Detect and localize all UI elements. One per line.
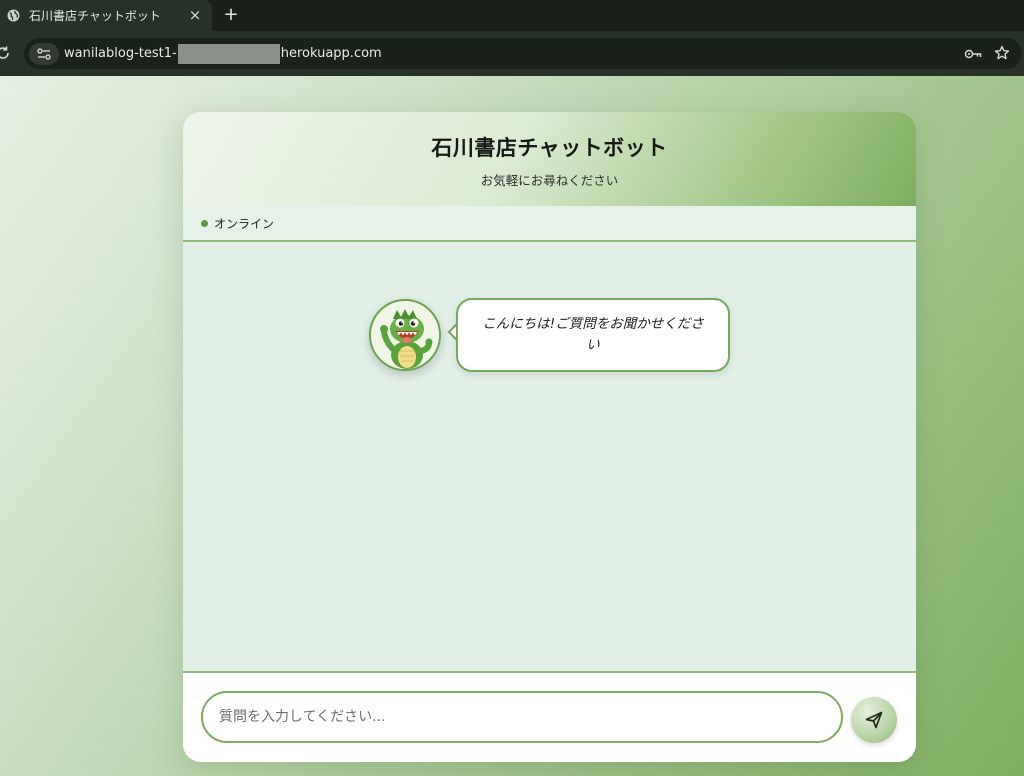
browser-toolbar: wanilablog-test1- herokuapp.com [0, 31, 1024, 76]
bookmark-star-icon[interactable] [994, 45, 1010, 61]
site-settings-icon[interactable] [29, 42, 59, 65]
browser-tab[interactable]: 石川書店チャットボット × [0, 0, 212, 31]
chat-title: 石川書店チャットボット [431, 136, 668, 160]
chat-window: 石川書店チャットボット お気軽にお尋ねください オンライン こんにちは!ご質問を… [183, 112, 916, 762]
send-icon [865, 711, 883, 729]
password-key-icon[interactable] [964, 46, 982, 60]
bot-avatar [369, 299, 441, 371]
question-input[interactable] [201, 691, 843, 743]
url-suffix: herokuapp.com [280, 46, 382, 61]
close-tab-icon[interactable]: × [186, 0, 204, 31]
bot-message-bubble: こんにちは!ご質問をお聞かせください [456, 298, 730, 372]
new-tab-button[interactable]: + [221, 2, 241, 28]
status-bar: オンライン [183, 206, 916, 242]
browser-tab-strip: 石川書店チャットボット × + [0, 0, 1024, 31]
url-prefix: wanilablog-test1- [64, 46, 177, 61]
send-button[interactable] [851, 697, 897, 743]
crocodile-mascot-icon [371, 301, 439, 369]
reload-icon[interactable] [0, 45, 11, 61]
online-status-dot [201, 219, 208, 227]
bot-message-text: こんにちは!ご質問をお聞かせください [482, 316, 704, 353]
url-redaction [177, 43, 280, 64]
chat-header: 石川書店チャットボット お気軽にお尋ねください [183, 112, 916, 206]
globe-icon [7, 9, 20, 22]
status-label: オンライン [214, 216, 275, 231]
url-text[interactable]: wanilablog-test1- herokuapp.com [64, 43, 382, 64]
composer [183, 671, 916, 762]
tab-title: 石川書店チャットボット [29, 9, 161, 23]
message-list[interactable]: こんにちは!ご質問をお聞かせください [183, 244, 916, 671]
chat-subtitle: お気軽にお尋ねください [480, 173, 619, 188]
address-bar[interactable]: wanilablog-test1- herokuapp.com [24, 38, 1022, 69]
